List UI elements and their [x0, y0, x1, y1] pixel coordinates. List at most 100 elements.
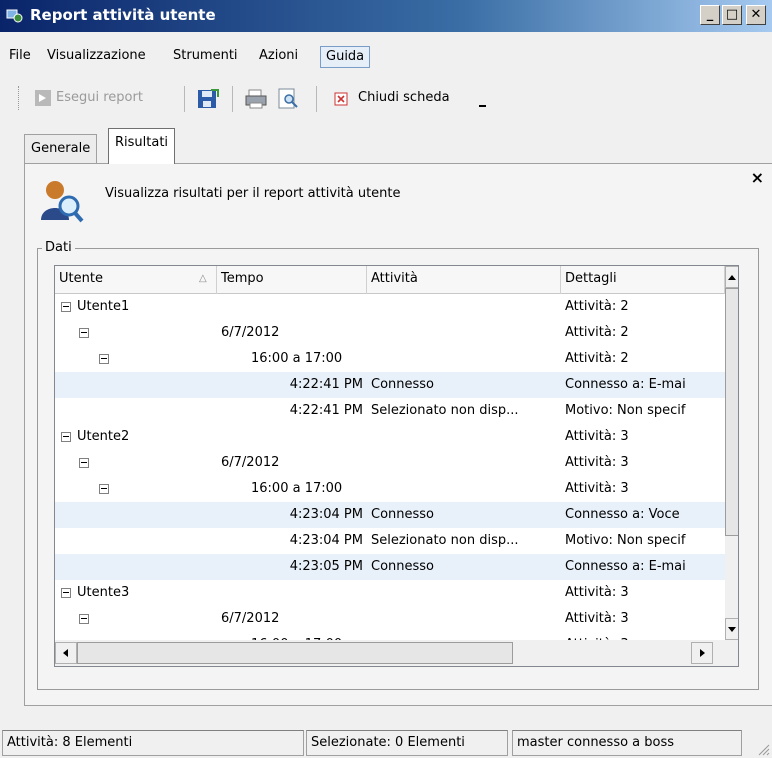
toolbar: Esegui report Chiudi scheda — [0, 78, 772, 118]
table-row[interactable]: 16:00 a 17:00 Attività: 3 — [55, 476, 725, 502]
details-cell: Attività: 3 — [565, 455, 629, 470]
title-bar[interactable]: Report attività utente _ □ ✕ — [0, 0, 772, 32]
activity-cell: Connesso — [371, 507, 435, 522]
minimize-button[interactable]: _ — [700, 5, 720, 25]
vertical-scrollbar[interactable] — [725, 266, 738, 640]
scroll-thumb[interactable] — [725, 288, 738, 536]
status-bar: Attività: 8 Elementi Selezionate: 0 Elem… — [0, 728, 772, 758]
column-header-label: Utente — [59, 271, 103, 286]
details-cell: Motivo: Non specif — [565, 403, 686, 418]
menu-visualizzazione[interactable]: Visualizzazione — [42, 46, 151, 68]
collapse-toggle-icon[interactable] — [61, 302, 71, 312]
results-grid[interactable]: Utente △ Tempo Attività Dettagli Utente1… — [54, 265, 739, 667]
menu-file[interactable]: File — [4, 46, 36, 68]
save-icon[interactable] — [196, 87, 220, 111]
sort-ascending-icon: △ — [199, 273, 207, 284]
status-connection: master connesso a boss — [512, 730, 742, 756]
collapse-toggle-icon[interactable] — [99, 354, 109, 364]
time-cell: 4:22:41 PM — [289, 377, 363, 392]
details-cell: Attività: 3 — [565, 585, 629, 600]
run-report-button[interactable]: Esegui report — [32, 87, 176, 111]
table-row[interactable]: 16:00 a 17:00 Attività: 3 — [55, 632, 725, 640]
toolbar-separator — [184, 86, 185, 112]
horizontal-scroll-thumb[interactable] — [77, 642, 513, 664]
column-header-tempo[interactable]: Tempo — [217, 266, 367, 294]
time-cell: 6/7/2012 — [221, 455, 280, 470]
data-group: Dati Utente △ Tempo Attività Dettagli Ut… — [37, 240, 759, 690]
table-row[interactable]: Utente1 Attività: 2 — [55, 294, 725, 320]
scroll-down-icon — [728, 627, 736, 632]
user-cell: Utente2 — [77, 429, 130, 444]
collapse-toggle-icon[interactable] — [79, 614, 89, 624]
time-cell: 16:00 a 17:00 — [251, 351, 343, 366]
table-row[interactable]: 4:23:04 PM Connesso Connesso a: Voce — [55, 502, 725, 528]
activity-cell: Selezionato non disp... — [371, 533, 519, 548]
tab-generale[interactable]: Generale — [24, 134, 98, 164]
status-selected: Selezionate: 0 Elementi — [306, 730, 508, 756]
scroll-down-button[interactable] — [725, 618, 738, 640]
time-cell: 16:00 a 17:00 — [251, 632, 342, 640]
menu-strumenti[interactable]: Strumenti — [168, 46, 243, 68]
scroll-left-icon — [63, 649, 68, 657]
user-search-icon — [41, 181, 84, 223]
time-cell: 4:23:04 PM — [289, 507, 363, 522]
details-cell: Motivo: Non specif — [565, 533, 686, 548]
menu-azioni[interactable]: Azioni — [254, 46, 303, 68]
collapse-toggle-icon[interactable] — [99, 484, 109, 494]
column-header-dettagli[interactable]: Dettagli — [561, 266, 725, 294]
scroll-up-button[interactable] — [725, 266, 738, 288]
horizontal-scrollbar[interactable] — [55, 640, 725, 666]
maximize-button[interactable]: □ — [722, 5, 742, 25]
column-header-attivita[interactable]: Attività — [367, 266, 561, 294]
table-row[interactable]: 16:00 a 17:00 Attività: 2 — [55, 346, 725, 372]
menu-bar: File Visualizzazione Strumenti Azioni Gu… — [0, 40, 772, 72]
details-cell: Connesso a: E-mai — [565, 559, 686, 574]
collapse-toggle-icon[interactable] — [79, 328, 89, 338]
details-cell: Attività: 3 — [565, 632, 725, 640]
print-preview-icon[interactable] — [276, 87, 300, 111]
time-cell: 6/7/2012 — [221, 325, 280, 340]
panel-description: Visualizza risultati per il report attiv… — [105, 186, 401, 201]
toolbar-grip[interactable] — [18, 86, 21, 110]
menu-guida[interactable]: Guida — [320, 46, 371, 68]
scroll-right-icon — [700, 649, 705, 657]
column-header-utente[interactable]: Utente △ — [55, 266, 217, 294]
table-row[interactable]: 6/7/2012 Attività: 3 — [55, 450, 725, 476]
table-row[interactable]: 4:22:41 PM Connesso Connesso a: E-mai — [55, 372, 725, 398]
details-cell: Connesso a: E-mai — [565, 377, 686, 392]
scroll-right-button[interactable] — [691, 642, 713, 664]
run-report-label: Esegui report — [56, 90, 143, 105]
time-cell: 4:23:05 PM — [289, 559, 363, 574]
table-row[interactable]: 6/7/2012 Attività: 3 — [55, 606, 725, 632]
time-cell: 6/7/2012 — [221, 611, 280, 626]
table-row[interactable]: 4:22:41 PM Selezionato non disp... Motivo:… — [55, 398, 725, 424]
scroll-left-button[interactable] — [55, 642, 77, 664]
scroll-up-icon — [728, 275, 736, 280]
table-row[interactable]: Utente2 Attività: 3 — [55, 424, 725, 450]
results-panel: × Visualizza risultati per il report att… — [24, 163, 772, 706]
scrollbar-corner — [725, 640, 738, 666]
table-row[interactable]: 4:23:05 PM Connesso Connesso a: E-mai — [55, 554, 725, 580]
table-row[interactable]: 6/7/2012 Attività: 2 — [55, 320, 725, 346]
activity-cell: Selezionato non disp... — [371, 403, 519, 418]
details-cell: Attività: 2 — [565, 325, 629, 340]
activity-cell: Connesso — [371, 377, 435, 392]
close-tab-icon — [334, 92, 348, 106]
close-tab-button[interactable]: Chiudi scheda — [330, 87, 480, 111]
run-report-icon — [35, 90, 51, 106]
table-row[interactable]: 4:23:04 PM Selezionato non disp... Motivo:… — [55, 528, 725, 554]
collapse-toggle-icon[interactable] — [61, 432, 71, 442]
table-row[interactable]: Utente3 Attività: 3 — [55, 580, 725, 606]
toolbar-overflow-icon[interactable] — [478, 100, 488, 108]
panel-close-button[interactable]: × — [751, 168, 764, 187]
tab-risultati[interactable]: Risultati — [108, 128, 176, 164]
print-icon[interactable] — [244, 88, 268, 110]
grid-rows: Utente1 Attività: 2 6/7/2012 Attività: 2 16:… — [55, 294, 725, 640]
collapse-toggle-icon[interactable] — [61, 588, 71, 598]
details-cell: Attività: 2 — [565, 351, 629, 366]
close-button[interactable]: ✕ — [746, 5, 766, 25]
resize-grip-icon[interactable] — [758, 744, 770, 756]
app-icon — [6, 9, 23, 23]
details-cell: Attività: 3 — [565, 429, 629, 444]
collapse-toggle-icon[interactable] — [79, 458, 89, 468]
